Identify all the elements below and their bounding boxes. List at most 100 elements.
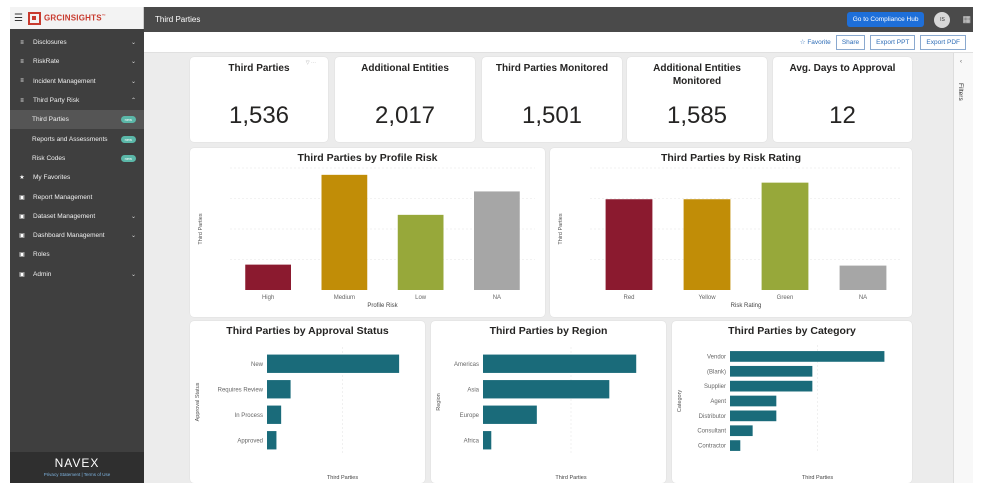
kpi-card-third-parties: ▽ ⋯ Third Parties 1,536 [190,57,328,142]
favorite-button[interactable]: ☆ Favorite [800,38,831,46]
y-tick-label: Distributor [699,414,726,420]
bar-agent [730,395,777,407]
kpi-title: Avg. Days to Approval [789,63,896,74]
chart-icon: ≡ [20,97,24,104]
kpi-value: 1,536 [228,102,290,129]
sidebar-item-label: Disclosures [33,39,67,47]
sidebar-footer: NAVEX Privacy Statement | Terms of Use [10,452,144,483]
sidebar-item-label: Third Party Risk [33,97,80,105]
sidebar: ☰ GRCINSIGHTS™ ≡ Disclosures ⌄ ≡ RiskRate ⌄ ≡ I… [10,7,144,483]
y-tick-label: Supplier [704,384,726,390]
top-bar: Third Parties Go to Compliance Hub IS ▦ [144,7,973,32]
report-canvas: ▽ ⋯ Third Parties 1,536 Additional Entit… [144,53,953,483]
chevron-down-icon[interactable]: ⌄ [131,271,136,278]
export-pdf-button[interactable]: Export PDF [920,34,966,50]
chart-profile-risk: Third Parties by Profile Risk High Medium… [190,148,545,317]
region-chart: Americas Asia Europe Africa Third Parties Reg… [436,347,637,481]
chart-approval-status: Third Parties by Approval Status New Requ… [190,321,425,483]
filters-pane[interactable]: ‹ Filters [953,53,973,483]
sidebar-item-my-favorites[interactable]: ★ My Favorites [10,168,144,187]
y-tick-label: Contractor [698,444,726,450]
bar-in-process [267,405,282,424]
y-tick-label: In Process [235,413,263,419]
chart-icon: ≡ [20,39,24,46]
y-axis-label: Category [677,390,683,413]
action-bar: ☆ Favorite Share Export PPT Export PDF [144,32,973,53]
y-tick-label: Europe [460,413,480,419]
bar-high [245,264,291,290]
sidebar-item-dataset-management[interactable]: ▣ Dataset Management ⌄ [10,207,144,226]
sidebar-item-disclosures[interactable]: ≡ Disclosures ⌄ [10,33,144,52]
bar-yellow [683,199,731,290]
logo-mark-icon [27,11,41,25]
share-button[interactable]: Share [835,34,866,50]
new-badge: new [120,135,136,143]
y-tick-label: Consultant [697,429,726,435]
logo[interactable]: GRCINSIGHTS™ [27,11,106,25]
sidebar-item-third-parties[interactable]: Third Parties new [10,110,144,130]
x-axis-label: Third Parties [327,475,358,481]
navex-logo: NAVEX [54,456,100,470]
chart-icon: ≡ [20,78,24,85]
sidebar-item-incident-management[interactable]: ≡ Incident Management ⌄ [10,72,144,91]
y-tick-label: New [251,362,264,368]
chevron-down-icon[interactable]: ⌄ [131,213,136,220]
footer-links[interactable]: Privacy Statement | Terms of Use [10,472,144,477]
bar-na [474,191,520,290]
sidebar-item-label: Risk Codes [32,154,66,162]
kpi-value: 1,585 [666,102,728,129]
card-filter-icon[interactable]: ▽ ⋯ [306,60,316,66]
bar-green [761,182,809,290]
sidebar-header: ☰ GRCINSIGHTS™ [10,7,144,29]
sidebar-item-reports-and-assessments[interactable]: Reports and Assessments new [10,129,144,148]
chevron-down-icon[interactable]: ⌄ [131,78,136,85]
y-axis-label: Third Parties [558,213,564,244]
sidebar-item-risk-codes[interactable]: Risk Codes new [10,149,144,168]
lock-icon: ▣ [19,213,25,220]
collapse-arrow-icon[interactable]: ‹ [960,59,962,65]
logo-text: GRCINSIGHTS™ [43,13,106,23]
chevron-up-icon[interactable]: ⌃ [131,97,136,104]
sidebar-item-dashboard-management[interactable]: ▣ Dashboard Management ⌄ [10,226,144,245]
sidebar-item-report-management[interactable]: ▣ Report Management [10,187,144,206]
sidebar-item-label: Reports and Assessments [32,135,108,143]
x-axis-label: Risk Rating [731,303,762,309]
kpi-card-additional-entities-monitored: Additional Entities Monitored 1,585 [627,57,767,142]
x-tick-label: NA [493,295,501,301]
chevron-down-icon[interactable]: ⌄ [131,232,136,239]
bar-asia [483,380,610,399]
y-tick-label: (Blank) [707,369,726,375]
chevron-down-icon[interactable]: ⌄ [131,58,136,65]
app-grid-icon[interactable]: ▦ [962,14,971,25]
bar-red [605,199,653,290]
approval-status-chart: New Requires Review In Process Approved Thir… [195,347,400,481]
chevron-down-icon[interactable]: ⌄ [131,39,136,46]
export-ppt-button[interactable]: Export PPT [870,34,916,50]
bar-na [839,265,887,290]
sidebar-item-label: Report Management [33,193,93,201]
y-tick-label: Americas [454,362,479,368]
hamburger-menu-icon[interactable]: ☰ [14,13,23,24]
bar-approved [267,431,277,450]
sidebar-item-third-party-risk[interactable]: ≡ Third Party Risk ⌃ [10,91,144,110]
sidebar-item-admin[interactable]: ▣ Admin ⌄ [10,265,144,284]
kpi-title: Third Parties Monitored [495,63,609,74]
bar-consultant [730,425,753,437]
compliance-hub-button[interactable]: Go to Compliance Hub [846,12,925,27]
y-axis-label: Approval Status [195,382,201,421]
kpi-card-avg-days-to-approval: Avg. Days to Approval 12 [773,57,912,142]
lock-icon: ▣ [19,194,25,201]
lock-icon: ▣ [19,271,25,278]
x-tick-label: NA [859,295,867,301]
sidebar-item-riskrate[interactable]: ≡ RiskRate ⌄ [10,52,144,71]
y-axis-label: Region [436,393,442,410]
bar-americas [483,354,637,373]
new-badge: new [120,154,136,162]
kpi-value: 12 [829,102,856,129]
bar-requires-review [267,380,291,399]
avatar[interactable]: IS [934,11,951,28]
risk-rating-chart: Red Yellow Green NA Risk Rating Third Parties [558,167,902,309]
y-tick-label: Africa [464,438,480,444]
bar-medium [321,174,368,290]
sidebar-item-roles[interactable]: ▣ Roles [10,245,144,264]
